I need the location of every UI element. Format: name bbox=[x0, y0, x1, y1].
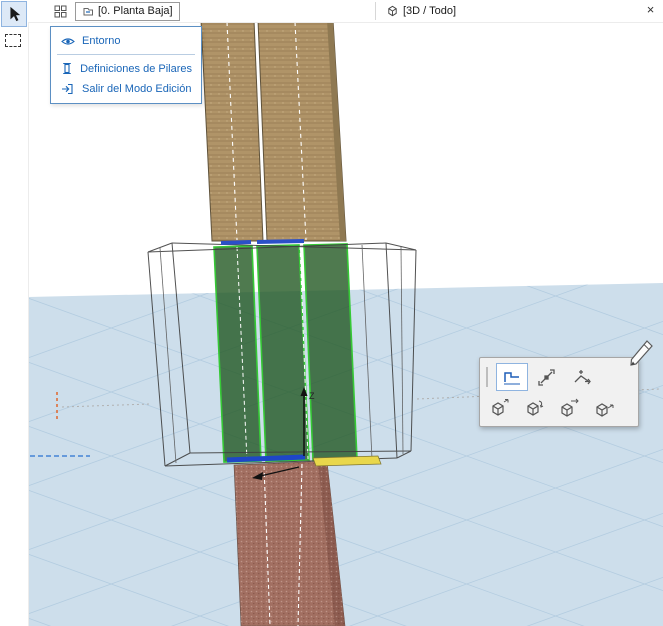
cube-3d-icon bbox=[386, 4, 399, 18]
tab-bar: [0. Planta Baja] [3D / Todo] × bbox=[28, 0, 663, 23]
arrow-cursor-icon bbox=[6, 5, 22, 23]
marquee-icon bbox=[5, 34, 21, 47]
menu-item-definiciones-pilares[interactable]: Definiciones de Pilares bbox=[51, 58, 201, 79]
menu-item-salir-modo-edicion[interactable]: Salir del Modo Edición bbox=[51, 79, 201, 99]
arrow-tool-button[interactable] bbox=[1, 1, 27, 27]
close-tab-button[interactable]: × bbox=[642, 1, 659, 18]
tab-divider bbox=[375, 2, 376, 20]
box-rotate-icon bbox=[524, 398, 546, 418]
z-axis-label: Z bbox=[309, 391, 315, 401]
archicad-3d-edit-window: Z [0. Planta Baja] bbox=[0, 0, 663, 626]
menu-item-salir-label: Salir del Modo Edición bbox=[82, 83, 191, 95]
plan-tab-icon bbox=[82, 5, 94, 17]
green-selection-panels bbox=[214, 244, 357, 462]
box-skew-icon bbox=[559, 398, 581, 418]
pet-palette-row-1 bbox=[484, 361, 634, 392]
tab-planta-baja[interactable]: [0. Planta Baja] bbox=[75, 2, 180, 21]
menu-item-entorno-label: Entorno bbox=[82, 35, 121, 47]
pencil-cursor-icon bbox=[626, 338, 654, 375]
palette-button-box-skew[interactable] bbox=[554, 394, 586, 422]
menu-separator bbox=[57, 54, 195, 55]
edit-plane-icon bbox=[502, 368, 522, 386]
menu-item-entorno[interactable]: Entorno bbox=[51, 31, 201, 51]
palette-button-box-stretch[interactable] bbox=[484, 394, 516, 422]
tab-3d-todo[interactable]: [3D / Todo] bbox=[380, 1, 462, 20]
toolbox bbox=[0, 0, 29, 626]
upper-column bbox=[201, 20, 346, 241]
palette-button-box-extrude[interactable] bbox=[589, 394, 621, 422]
box-stretch-icon bbox=[489, 398, 511, 418]
palette-button-stretch-height[interactable] bbox=[531, 363, 563, 391]
menu-item-definiciones-label: Definiciones de Pilares bbox=[80, 63, 192, 75]
exit-icon bbox=[60, 83, 75, 95]
palette-button-box-rotate[interactable] bbox=[519, 394, 551, 422]
column-icon bbox=[60, 62, 73, 75]
stretch-angle-icon bbox=[572, 368, 592, 386]
palette-drag-handle[interactable] bbox=[486, 367, 488, 387]
pet-palette bbox=[479, 357, 639, 427]
stretch-height-icon bbox=[537, 368, 557, 386]
edit-mode-context-menu: Entorno Definiciones de Pilares Salir de… bbox=[50, 26, 202, 104]
eye-icon bbox=[60, 36, 75, 47]
quick-layout-icon[interactable] bbox=[54, 5, 67, 18]
palette-button-edit-plane[interactable] bbox=[496, 363, 528, 391]
pet-palette-row-2 bbox=[484, 392, 634, 423]
marquee-tool-button[interactable] bbox=[1, 28, 25, 52]
lower-column bbox=[234, 461, 345, 626]
palette-button-stretch-angle[interactable] bbox=[566, 363, 598, 391]
tab-planta-baja-label: [0. Planta Baja] bbox=[98, 5, 173, 17]
tab-3d-todo-label: [3D / Todo] bbox=[403, 5, 456, 17]
box-extrude-icon bbox=[594, 398, 616, 418]
